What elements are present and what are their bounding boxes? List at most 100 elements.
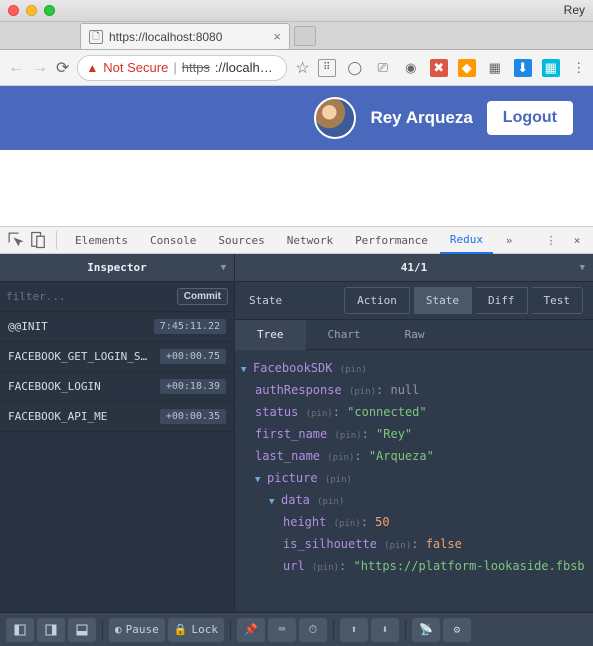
minimize-window-button[interactable] — [26, 5, 37, 16]
filter-input[interactable] — [6, 290, 171, 303]
action-row[interactable]: FACEBOOK_LOGIN +00:18.39 — [0, 372, 234, 402]
tab-sources[interactable]: Sources — [208, 226, 274, 254]
extension-icons: ⠿ ◯ ⎚ ◉ ✖ ◆ ▦ ⬇ ▦ ⋮ — [318, 59, 588, 77]
devtools-menu-icon[interactable]: ⋮ — [541, 230, 561, 250]
pin-label[interactable]: (pin) — [306, 409, 333, 419]
pin-label[interactable]: (pin) — [334, 519, 361, 529]
owl-extension-icon[interactable]: ◉ — [402, 59, 420, 77]
new-tab-button[interactable] — [294, 26, 316, 46]
dock-left-button[interactable] — [6, 618, 34, 642]
action-time: +00:18.39 — [160, 379, 226, 394]
lock-icon: 🔒 — [174, 623, 188, 636]
subtab-chart[interactable]: Chart — [306, 320, 383, 350]
tab-console[interactable]: Console — [140, 226, 206, 254]
tab-close-icon[interactable]: × — [273, 29, 281, 44]
tab-diff[interactable]: Diff — [476, 287, 528, 314]
redux-footer: ◐Pause 🔒Lock 📌 ⌨ ⏱ ⬆ ⬇ 📡 ⚙ — [0, 612, 593, 646]
insecure-warning-icon: ▲ — [86, 61, 98, 75]
action-row[interactable]: FACEBOOK_API_ME +00:00.35 — [0, 402, 234, 432]
chrome-menu-icon[interactable]: ⋮ — [570, 59, 588, 77]
pin-label[interactable]: (pin) — [334, 431, 361, 441]
action-time: 7:45:11.22 — [154, 319, 226, 334]
tab-test[interactable]: Test — [532, 287, 584, 314]
tab-elements[interactable]: Elements — [65, 226, 138, 254]
disclosure-icon[interactable]: ▼ — [241, 360, 249, 380]
pause-button[interactable]: ◐Pause — [109, 618, 165, 642]
browser-tab[interactable]: 🗋 https://localhost:8080 × — [80, 23, 290, 49]
avatar[interactable] — [314, 97, 356, 139]
extension-teal-icon[interactable]: ▦ — [542, 59, 560, 77]
disclosure-icon[interactable]: ▼ — [255, 470, 263, 490]
action-time: +00:00.75 — [160, 349, 226, 364]
extension-gray-icon[interactable]: ▦ — [486, 59, 504, 77]
extension-icon[interactable]: ◯ — [346, 59, 364, 77]
redux-header: Inspector ▼ 41/1 ▼ — [0, 254, 593, 282]
inspect-element-icon[interactable] — [6, 230, 26, 250]
tree-value: "Arqueza" — [369, 449, 434, 463]
tab-redux[interactable]: Redux — [440, 226, 493, 254]
tab-state[interactable]: State — [414, 287, 472, 314]
logout-button[interactable]: Logout — [487, 101, 573, 135]
bookmark-star-icon[interactable]: ☆ — [295, 58, 309, 78]
pin-label[interactable]: (pin) — [312, 563, 339, 573]
state-panel: State Action State Diff Test Tree Chart … — [235, 282, 593, 612]
inspector-dropdown[interactable]: Inspector ▼ — [0, 254, 235, 281]
action-row[interactable]: FACEBOOK_GET_LOGIN_S… +00:00.75 — [0, 342, 234, 372]
action-name: FACEBOOK_LOGIN — [8, 380, 101, 393]
tabs-overflow-icon[interactable]: » — [499, 230, 519, 250]
close-window-button[interactable] — [8, 5, 19, 16]
import-button[interactable]: ⬆ — [340, 618, 368, 642]
back-button[interactable]: ← — [8, 59, 24, 77]
tree-value: null — [390, 383, 419, 397]
tree-key: height — [283, 515, 326, 529]
window-titlebar: Rey — [0, 0, 593, 22]
tree-key: picture — [267, 471, 318, 485]
tree-value: false — [426, 537, 462, 551]
tab-network[interactable]: Network — [277, 226, 343, 254]
devtools-close-icon[interactable]: × — [567, 230, 587, 250]
extension-red-icon[interactable]: ✖ — [430, 59, 448, 77]
tab-performance[interactable]: Performance — [345, 226, 438, 254]
extension-blue-icon[interactable]: ⬇ — [514, 59, 532, 77]
pin-label[interactable]: (pin) — [325, 475, 352, 485]
pin-button[interactable]: 📌 — [237, 618, 265, 642]
dock-bottom-button[interactable] — [68, 618, 96, 642]
forward-button[interactable]: → — [32, 59, 48, 77]
instance-dropdown[interactable]: 41/1 ▼ — [235, 254, 593, 281]
tree-value: "Rey" — [376, 427, 412, 441]
dock-right-button[interactable] — [37, 618, 65, 642]
address-bar[interactable]: ▲ Not Secure | https://localh… — [77, 55, 287, 81]
subtab-raw[interactable]: Raw — [383, 320, 447, 350]
pin-label[interactable]: (pin) — [317, 497, 344, 507]
commit-button[interactable]: Commit — [177, 288, 228, 305]
maximize-window-button[interactable] — [44, 5, 55, 16]
cast-icon[interactable]: ⎚ — [374, 59, 392, 77]
disclosure-icon[interactable]: ▼ — [269, 492, 277, 512]
action-name: @@INIT — [8, 320, 48, 333]
remote-button[interactable]: 📡 — [412, 618, 440, 642]
app-header: Rey Arqueza Logout — [0, 86, 593, 150]
dispatcher-button[interactable]: ⌨ — [268, 618, 296, 642]
slider-button[interactable]: ⏱ — [299, 618, 327, 642]
username-label: Rey Arqueza — [370, 108, 472, 128]
subtab-tree[interactable]: Tree — [235, 320, 306, 350]
pin-label[interactable]: (pin) — [349, 387, 376, 397]
tab-action[interactable]: Action — [344, 287, 410, 314]
state-tree[interactable]: ▼FacebookSDK (pin) authResponse (pin): n… — [235, 350, 593, 612]
settings-button[interactable]: ⚙ — [443, 618, 471, 642]
pin-label[interactable]: (pin) — [327, 453, 354, 463]
reload-button[interactable]: ⟳ — [56, 58, 69, 78]
tree-value: "connected" — [347, 405, 426, 419]
export-button[interactable]: ⬇ — [371, 618, 399, 642]
lock-label: Lock — [191, 623, 218, 636]
pin-label[interactable]: (pin) — [340, 365, 367, 375]
action-row[interactable]: @@INIT 7:45:11.22 — [0, 312, 234, 342]
extension-orange-icon[interactable]: ◆ — [458, 59, 476, 77]
chrome-profile-name[interactable]: Rey — [564, 3, 585, 17]
pin-label[interactable]: (pin) — [384, 541, 411, 551]
page-body — [0, 150, 593, 226]
translate-icon[interactable]: ⠿ — [318, 59, 336, 77]
device-toggle-icon[interactable] — [28, 230, 48, 250]
tree-key: FacebookSDK — [253, 361, 332, 375]
lock-button[interactable]: 🔒Lock — [168, 618, 224, 642]
